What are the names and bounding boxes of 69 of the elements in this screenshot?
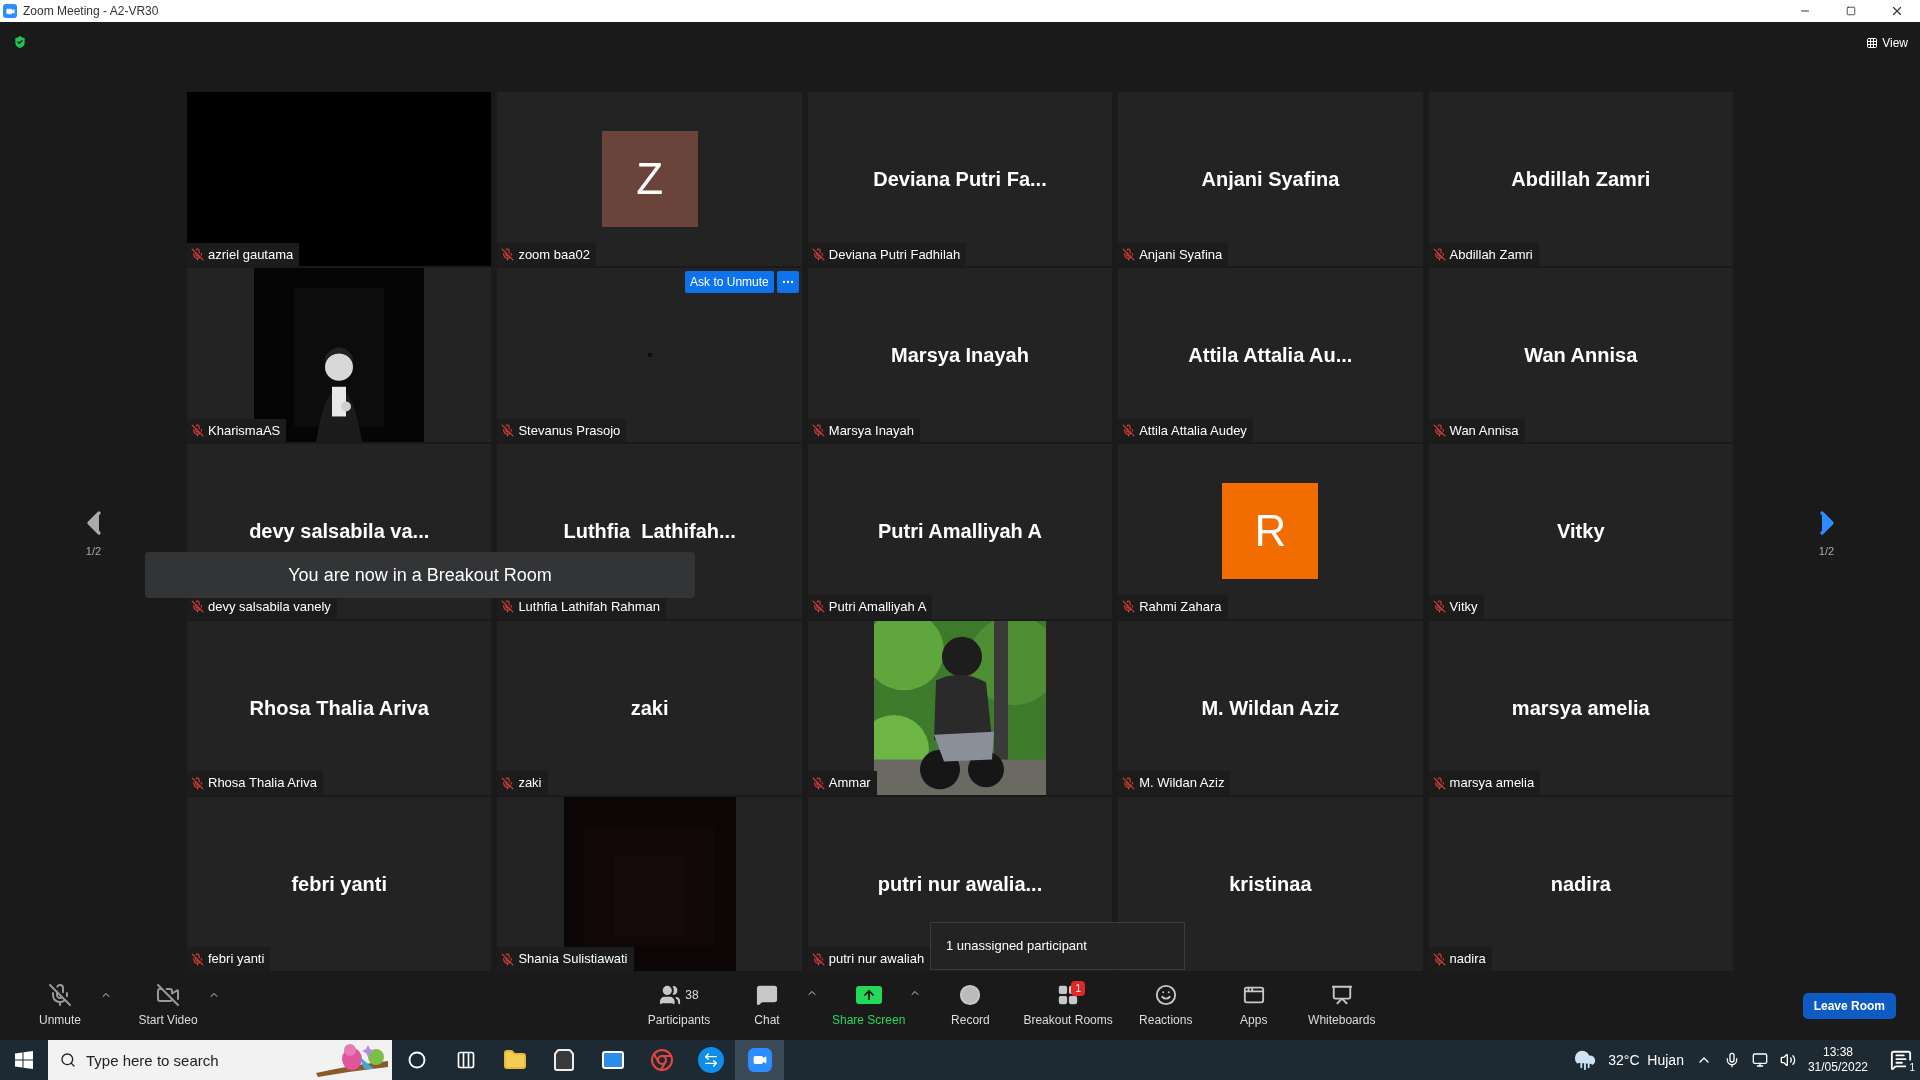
participant-name: zaki <box>630 695 669 721</box>
window-title: Zoom Meeting - A2-VR30 <box>23 3 159 20</box>
participant-name: M. Wildan Aziz <box>1201 695 1340 721</box>
unmute-button[interactable]: Unmute <box>20 982 100 1029</box>
participant-label: Vitky <box>1449 598 1478 617</box>
toolbar-button[interactable]: 38 Participants <box>640 982 718 1029</box>
toolbar-button[interactable]: Share Screen <box>828 982 910 1029</box>
next-page-button[interactable]: 1/2 <box>1806 503 1847 560</box>
participant-name: Putri Amalliyah A <box>877 519 1043 545</box>
participant-name: Wan Annisa <box>1524 343 1638 369</box>
weather-text: 32°C Hujan <box>1608 1050 1684 1070</box>
participant-label: Attila Attalia Audey <box>1139 421 1247 440</box>
view-button[interactable]: View <box>1866 34 1908 52</box>
toolbar-button[interactable]: Chat <box>728 982 806 1029</box>
participant-label: Luthfia Lathifah Rahman <box>518 598 661 617</box>
unassigned-tooltip: 1 unassigned participant <box>930 922 1185 970</box>
participant-name: Vitky <box>1557 519 1605 545</box>
search-field[interactable]: Type here to search <box>48 1040 392 1080</box>
participant-name: putri nur awalia... <box>877 871 1043 897</box>
participant-label: Stevanus Prasojo <box>518 421 621 440</box>
notification-badge: 1 <box>1071 980 1085 996</box>
participant-name: Deviana Putri Fa... <box>873 167 1047 193</box>
participant-name: devy salsabila va... <box>249 519 430 545</box>
toolbar-button[interactable]: 1 Breakout Rooms <box>1019 982 1117 1029</box>
breakout-toast: You are now in a Breakout Room <box>145 552 695 598</box>
participant-label: febri yanti <box>208 950 265 969</box>
participant-name: Anjani Syafina <box>1201 167 1340 193</box>
participant-label: nadira <box>1449 950 1486 969</box>
clock[interactable]: 13:38 31/05/2022 <box>1807 1045 1868 1075</box>
participant-count: 38 <box>685 986 699 1004</box>
participant-label: Rahmi Zahara <box>1139 598 1222 617</box>
toolbar-button[interactable]: Reactions <box>1126 982 1205 1029</box>
participant-name: kristinaa <box>1229 871 1312 897</box>
participant-label: Rhosa Thalia Ariva <box>208 774 317 793</box>
participant-name: Luthfia Lathifah... <box>563 519 736 545</box>
participant-name: Attila Attalia Au... <box>1188 343 1353 369</box>
leave-room-button[interactable]: Leave Room <box>1802 992 1896 1019</box>
participant-label: azriel gautama <box>208 245 294 264</box>
clock-date: 31/05/2022 <box>1807 1060 1868 1075</box>
avatar: R <box>1222 483 1319 580</box>
participant-label: zoom baa02 <box>518 245 590 264</box>
participant-label: Shania Sulistiawati <box>518 950 628 969</box>
participant-label: Abdillah Zamri <box>1449 245 1533 264</box>
participant-name: nadira <box>1550 871 1611 897</box>
participant-label: devy salsabila vanely <box>208 598 331 617</box>
toolbar-button[interactable]: Record <box>931 982 1010 1029</box>
participant-label: Marsya Inayah <box>828 421 915 440</box>
participant-name: Marsya Inayah <box>891 343 1029 369</box>
participant-name: Rhosa Thalia Ariva <box>249 695 429 721</box>
participant-label: putri nur awaliah <box>828 950 925 969</box>
participant-label: zaki <box>518 774 542 793</box>
participant-label: M. Wildan Aziz <box>1139 774 1225 793</box>
start-video-button[interactable]: Start Video <box>128 982 208 1029</box>
ask-to-unmute-button[interactable]: Ask to Unmute <box>685 271 774 294</box>
clock-time: 13:38 <box>1822 1045 1853 1060</box>
participant-name: febri yanti <box>291 871 387 897</box>
avatar: Z <box>601 131 698 228</box>
participant-label: KharismaAS <box>208 421 281 440</box>
participant-label: Ammar <box>828 774 871 793</box>
participant-label: Putri Amalliyah A <box>828 598 927 617</box>
participant-name: marsya amelia <box>1511 695 1650 721</box>
previous-page-button[interactable]: 1/2 <box>73 503 114 560</box>
participant-label: Anjani Syafina <box>1139 245 1223 264</box>
toolbar-button[interactable]: Apps <box>1214 982 1293 1029</box>
participant-label: Wan Annisa <box>1449 421 1519 440</box>
participant-label: Deviana Putri Fadhilah <box>828 245 961 264</box>
toolbar-button[interactable]: Whiteboards <box>1302 982 1381 1029</box>
participant-label: marsya amelia <box>1449 774 1535 793</box>
participant-name: Abdillah Zamri <box>1511 167 1651 193</box>
